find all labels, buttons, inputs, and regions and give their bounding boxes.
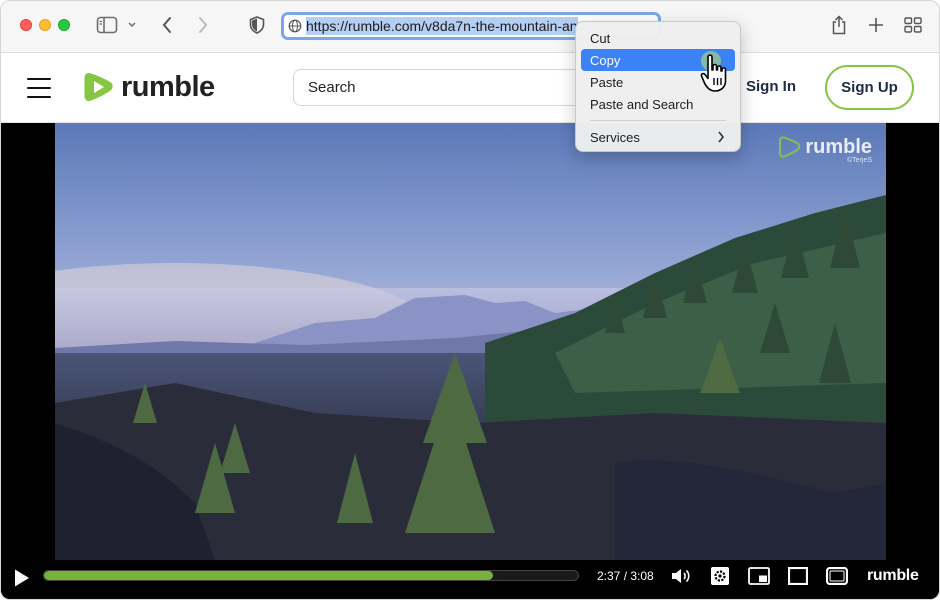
volume-icon[interactable] xyxy=(670,565,694,587)
fullscreen-icon[interactable] xyxy=(825,565,849,587)
progress-fill xyxy=(44,571,493,580)
shield-icon[interactable] xyxy=(249,13,265,37)
menu-item-label: Copy xyxy=(590,52,621,68)
progress-bar[interactable] xyxy=(43,570,579,581)
back-icon[interactable] xyxy=(161,13,173,37)
logo-text: rumble xyxy=(121,70,215,103)
sign-in-link[interactable]: Sign In xyxy=(746,78,796,95)
theater-mode-icon[interactable] xyxy=(786,565,810,587)
time-display: 2:37 / 3:08 xyxy=(597,569,654,583)
address-url[interactable]: https://rumble.com/v8da7n-the-mountain-a… xyxy=(306,17,578,35)
watermark-credit: ©TerjeS xyxy=(847,157,872,164)
site-header: rumble Search Sign In Sign Up xyxy=(1,53,939,123)
player-controls: 2:37 / 3:08 rumble xyxy=(1,560,939,599)
landscape-image xyxy=(55,123,886,560)
sidebar-icon[interactable] xyxy=(96,13,118,37)
browser-toolbar: https://rumble.com/v8da7n-the-mountain-a… xyxy=(1,1,939,53)
video-frame[interactable]: rumble ©TerjeS xyxy=(55,123,886,560)
sign-up-label: Sign Up xyxy=(841,79,898,96)
menu-item-services[interactable]: Services xyxy=(581,126,735,148)
menu-item-cut[interactable]: Cut xyxy=(581,27,735,49)
search-placeholder: Search xyxy=(308,79,356,96)
menu-item-label: Cut xyxy=(590,30,611,46)
share-icon[interactable] xyxy=(831,13,847,37)
menu-item-label: Services xyxy=(590,129,640,145)
watermark-play-icon xyxy=(779,136,801,158)
grid-icon[interactable] xyxy=(904,13,922,37)
menu-item-label: Paste xyxy=(590,74,624,90)
forward-icon[interactable] xyxy=(197,13,209,37)
picture-in-picture-icon[interactable] xyxy=(747,565,771,587)
video-watermark: rumble xyxy=(779,135,872,159)
watermark-text: rumble xyxy=(805,135,872,158)
search-input[interactable]: Search xyxy=(293,69,593,106)
menu-icon[interactable] xyxy=(27,78,51,98)
sign-up-button[interactable]: Sign Up xyxy=(825,65,914,110)
player-logo[interactable]: rumble xyxy=(867,567,919,585)
settings-icon[interactable] xyxy=(708,565,732,587)
minimize-window-button[interactable] xyxy=(39,19,51,31)
globe-icon xyxy=(288,19,302,33)
chevron-down-icon[interactable] xyxy=(127,13,137,37)
hand-cursor-icon xyxy=(699,51,733,102)
zoom-window-button[interactable] xyxy=(58,19,70,31)
plus-icon[interactable] xyxy=(868,13,884,37)
rumble-play-icon xyxy=(84,73,113,101)
play-icon[interactable] xyxy=(13,568,31,593)
close-window-button[interactable] xyxy=(20,19,32,31)
menu-item-label: Paste and Search xyxy=(590,96,694,112)
menu-separator xyxy=(590,120,726,121)
browser-window: https://rumble.com/v8da7n-the-mountain-a… xyxy=(0,0,940,600)
video-player[interactable]: rumble ©TerjeS 2:37 / 3:08 rumble xyxy=(1,123,939,599)
chevron-right-icon xyxy=(717,130,725,147)
rumble-logo[interactable]: rumble xyxy=(83,70,215,104)
